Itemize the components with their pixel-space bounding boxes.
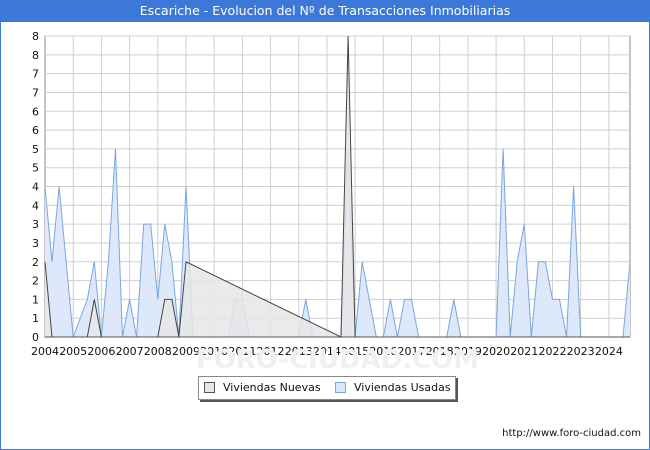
- x-tick-label: 2024: [595, 345, 623, 358]
- x-tick-label: 2020: [482, 345, 510, 358]
- legend-item-new: Viviendas Nuevas: [204, 377, 321, 399]
- y-tick-label: 2: [32, 275, 39, 288]
- legend-swatch-new: [204, 381, 215, 393]
- y-tick-label: 7: [32, 68, 39, 81]
- y-tick-label: 6: [32, 124, 39, 137]
- legend-item-used: Viviendas Usadas: [335, 377, 451, 399]
- y-tick-label: 3: [32, 237, 39, 250]
- footer-url: http://www.foro-ciudad.com: [502, 428, 641, 439]
- y-tick-label: 6: [32, 105, 39, 118]
- y-tick-label: 1: [32, 293, 39, 306]
- x-tick-label: 2007: [116, 345, 144, 358]
- y-tick-label: 1: [32, 312, 39, 325]
- x-tick-label: 2023: [567, 345, 595, 358]
- x-tick-label: 2005: [59, 345, 87, 358]
- legend-label-new: Viviendas Nuevas: [223, 381, 321, 394]
- y-tick-label: 5: [32, 143, 39, 156]
- y-tick-label: 0: [32, 331, 39, 344]
- y-tick-label: 2: [32, 256, 39, 269]
- x-tick-label: 2006: [87, 345, 115, 358]
- y-tick-label: 4: [32, 181, 39, 194]
- y-tick-label: 8: [32, 30, 39, 43]
- x-tick-label: 2008: [144, 345, 172, 358]
- y-tick-label: 5: [32, 162, 39, 175]
- x-tick-label: 2022: [538, 345, 566, 358]
- y-tick-label: 8: [32, 49, 39, 62]
- y-tick-label: 3: [32, 218, 39, 231]
- legend-swatch-used: [335, 381, 346, 393]
- y-tick-label: 7: [32, 86, 39, 99]
- y-tick-label: 4: [32, 199, 39, 212]
- legend-label-used: Viviendas Usadas: [354, 381, 451, 394]
- watermark: FORO-CIUDAD.COM: [196, 345, 479, 375]
- x-tick-label: 2021: [510, 345, 538, 358]
- x-tick-label: 2004: [31, 345, 59, 358]
- legend: Viviendas Nuevas Viviendas Usadas: [198, 376, 456, 400]
